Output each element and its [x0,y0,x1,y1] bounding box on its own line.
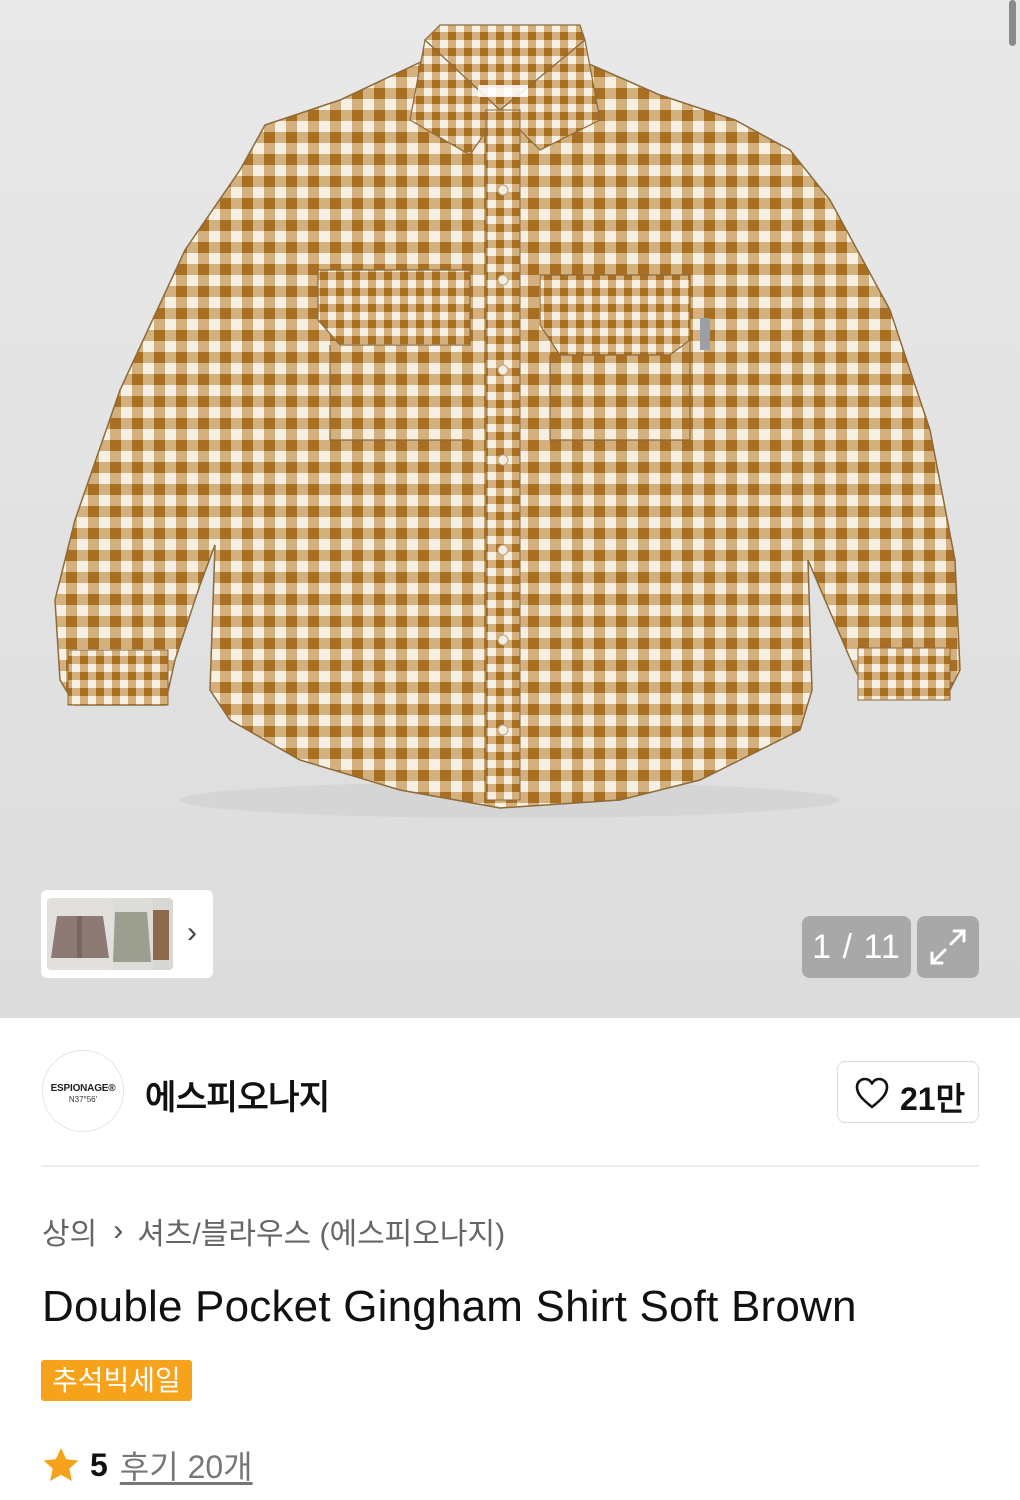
product-title: Double Pocket Gingham Shirt Soft Brown [42,1282,857,1331]
like-count: 21만 [900,1081,966,1117]
thumbnail-2[interactable] [109,898,153,970]
breadcrumb: 상의 › 셔츠/블라우스 (에스피오나지) [42,1209,505,1253]
heart-outline-icon [855,1077,889,1109]
brand-like-button[interactable]: 21만 [837,1061,979,1123]
chevron-right-icon[interactable]: › [187,918,197,948]
product-image-gallery[interactable]: › 1 / 11 [0,0,1020,1018]
review-count-link[interactable]: 후기 20개 [120,1442,253,1488]
product-photo[interactable] [0,0,1020,1018]
star-icon [43,1448,79,1481]
rating-summary: 5 후기 20개 [42,1445,253,1485]
sale-badge: 추석빅세일 [41,1360,192,1401]
breadcrumb-category[interactable]: 상의 [42,1209,97,1253]
thumbnail-1[interactable] [47,898,113,970]
rating-score: 5 [90,1446,108,1483]
page-scrollbar[interactable] [1009,0,1016,46]
chevron-right-icon: › [113,1214,124,1247]
brand-name-link[interactable]: 에스피오나지 [145,1070,330,1119]
breadcrumb-subcategory[interactable]: 셔츠/블라우스 (에스피오나지) [137,1209,505,1253]
section-divider [41,1165,979,1167]
expand-button[interactable] [917,916,979,978]
image-page-counter: 1 / 11 [802,916,911,978]
expand-icon [930,929,966,965]
brand-logo[interactable]: ESPIONAGE® N37°56' [42,1050,124,1132]
thumbnail-strip[interactable]: › [41,890,213,978]
